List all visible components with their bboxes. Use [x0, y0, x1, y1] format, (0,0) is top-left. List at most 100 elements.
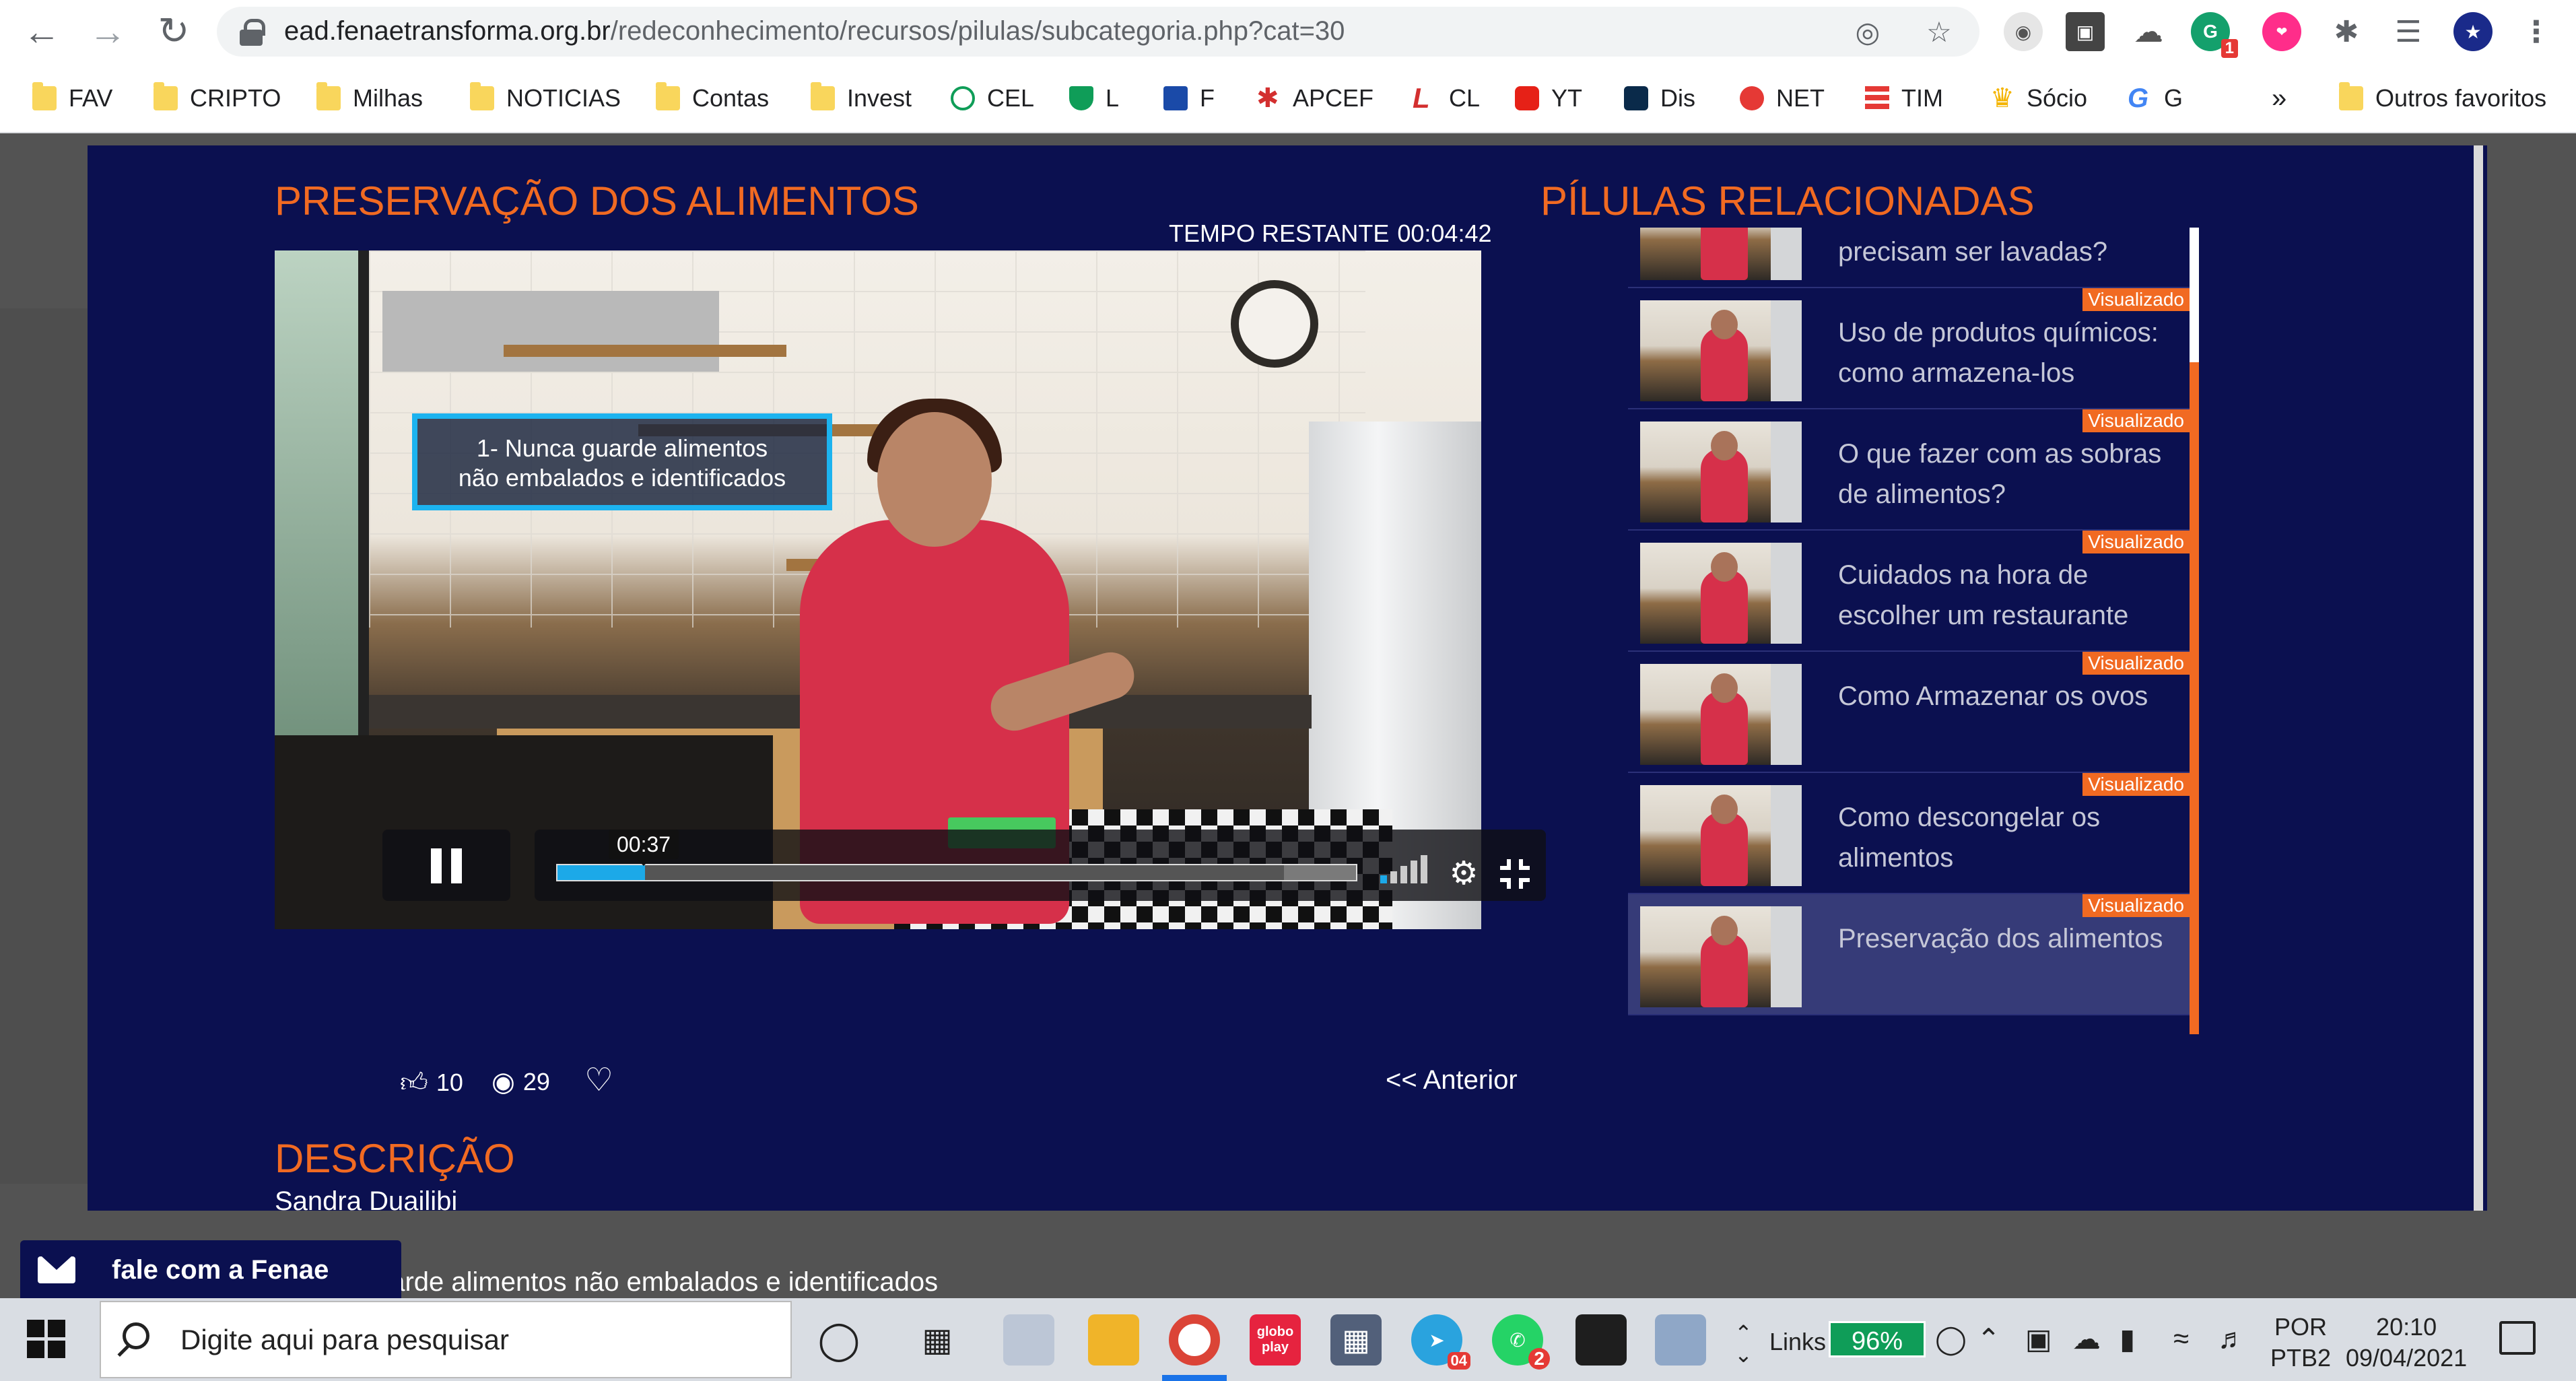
whatsapp-icon[interactable]: ✆ 2 — [1492, 1314, 1550, 1370]
cortana-icon[interactable]: ◯ — [813, 1314, 865, 1366]
kebab-menu-icon[interactable]: ⋮ — [2517, 12, 2556, 51]
mouse-icon[interactable]: ◯ — [1935, 1322, 1967, 1355]
more-bookmarks-button[interactable]: » — [2272, 81, 2286, 116]
profile-avatar[interactable]: ★ — [2453, 12, 2493, 51]
thumbnail — [1640, 906, 1802, 1007]
bookmark-label: YT — [1551, 84, 1583, 112]
thumbnail — [1640, 228, 1802, 280]
list-item-label: Uso de produtos químicos: como armazena-… — [1838, 318, 2159, 388]
bookmark-other[interactable]: Outros favoritos — [2339, 81, 2546, 116]
bookmark-fav[interactable]: FAV — [32, 81, 112, 116]
address-bar[interactable]: ead.fenaetransforma.org.br/redeconhecime… — [217, 7, 1979, 57]
list-item[interactable]: Uso de produtos químicos: como armazena-… — [1628, 288, 2190, 409]
url-text[interactable]: ead.fenaetransforma.org.br/redeconhecime… — [284, 16, 1345, 46]
task-view-icon[interactable]: ▦ — [912, 1314, 963, 1366]
cloud-extension-icon[interactable]: ☁ — [2129, 12, 2168, 51]
bookmark-socio[interactable]: ♛ Sócio — [1990, 81, 2087, 116]
reload-icon[interactable]: ↻ — [152, 9, 195, 53]
globoplay-icon[interactable]: globo play — [1250, 1314, 1301, 1366]
star-icon[interactable]: ☆ — [1924, 18, 1954, 47]
bookmark-dis[interactable]: Dis — [1624, 81, 1695, 116]
bookmark-cel[interactable]: CEL — [951, 81, 1034, 116]
forward-arrow-icon[interactable]: → — [86, 9, 129, 53]
volume-icon[interactable] — [1380, 854, 1429, 883]
bookmark-label: CEL — [987, 84, 1035, 112]
extension-icon[interactable]: ◉ — [2004, 12, 2043, 51]
windows-start-icon[interactable] — [27, 1320, 66, 1359]
video-frame-shelf — [504, 345, 786, 357]
bookmark-l[interactable]: L — [1069, 81, 1119, 116]
bookmark-tim[interactable]: TIM — [1865, 81, 1943, 116]
battery-indicator[interactable]: 96% — [1829, 1321, 1926, 1357]
app-icon[interactable] — [1003, 1314, 1054, 1366]
video-frame-window — [275, 250, 369, 762]
bookmark-contas[interactable]: Contas — [656, 81, 769, 116]
video-player[interactable] — [275, 250, 1481, 929]
list-item[interactable]: Como Armazenar os ovos Visualizado — [1628, 652, 2190, 773]
list-item[interactable]: Folhas para salada precisam ser lavadas? — [1628, 228, 2190, 288]
deezer-icon[interactable] — [1575, 1314, 1627, 1366]
pause-button[interactable] — [382, 830, 510, 901]
photo-extension-icon[interactable]: ▣ — [2066, 12, 2105, 51]
taskbar-search-input[interactable]: Digite aqui para pesquisar — [100, 1301, 792, 1378]
olivio-extension-icon[interactable]: ❤ — [2262, 12, 2301, 51]
viewed-badge: Visualizado — [2082, 409, 2190, 432]
bookmark-cl[interactable]: L CL — [1413, 81, 1480, 116]
chat-button[interactable]: fale com a Fenae — [20, 1240, 401, 1298]
extension-badge: 1 — [2221, 39, 2238, 58]
bookmark-label: Outros favoritos — [2375, 84, 2547, 112]
network-app-icon[interactable] — [1655, 1314, 1706, 1366]
onedrive-icon[interactable]: ☁ — [2072, 1322, 2101, 1355]
system-clock[interactable]: 20:10 09/04/2021 — [2346, 1312, 2467, 1374]
bookmark-yt[interactable]: YT — [1515, 81, 1582, 116]
heart-icon[interactable]: ♡ — [584, 1061, 613, 1099]
wifi-icon[interactable]: ≈ — [2173, 1322, 2189, 1355]
bookmark-cripto[interactable]: CRIPTO — [154, 81, 281, 116]
bookmark-net[interactable]: NET — [1740, 81, 1825, 116]
bookmark-g[interactable]: GG — [2128, 81, 2183, 116]
telegram-icon[interactable]: ➤ 04 — [1411, 1314, 1470, 1370]
file-explorer-icon[interactable] — [1088, 1314, 1139, 1366]
eye-icon: ◉ — [492, 1067, 515, 1097]
telegram-badge: 04 — [1447, 1352, 1470, 1370]
power-icon[interactable]: ▮ — [2120, 1322, 2135, 1355]
bookmark-label: Invest — [847, 84, 912, 112]
bookmark-milhas[interactable]: Milhas — [316, 81, 423, 116]
chrome-icon[interactable] — [1169, 1314, 1220, 1366]
bookmark-f[interactable]: F — [1163, 81, 1215, 116]
meet-icon[interactable]: ▣ — [2025, 1322, 2052, 1355]
grammar-extension-icon[interactable]: G1 — [2191, 12, 2238, 58]
apcef-icon: ✱ — [1256, 83, 1279, 113]
page-scrollbar[interactable] — [2474, 145, 2483, 1211]
puzzle-icon[interactable]: ✱ — [2327, 12, 2366, 51]
gear-icon[interactable]: ⚙ — [1448, 858, 1480, 890]
list-item[interactable]: Como descongelar os alimentos Visualizad… — [1628, 773, 2190, 894]
playlist-icon[interactable]: ☰ — [2389, 12, 2428, 51]
list-item[interactable]: O que fazer com as sobras de alimentos? … — [1628, 409, 2190, 531]
bookmark-label: NOTICIAS — [506, 84, 621, 112]
notification-icon[interactable] — [2499, 1321, 2536, 1355]
bookmark-apcef[interactable]: ✱ APCEF — [1256, 81, 1374, 116]
like-button[interactable]: 👍︎ 10 — [400, 1067, 463, 1099]
bookmark-label: TIM — [1901, 84, 1943, 112]
related-title: PÍLULAS RELACIONADAS — [1540, 178, 2035, 224]
eye-slash-icon[interactable]: ◎ — [1853, 18, 1883, 47]
list-item[interactable]: Cuidados na hora de escolher um restaura… — [1628, 531, 2190, 652]
remaining-label: TEMPO RESTANTE — [1169, 220, 1390, 247]
show-hidden-icons[interactable]: ⌃ — [1977, 1322, 2000, 1355]
language-indicator[interactable]: POR PTB2 — [2270, 1312, 2331, 1374]
progress-bar[interactable] — [556, 864, 1357, 881]
previous-link[interactable]: << Anterior — [1386, 1065, 1518, 1096]
fullscreen-icon[interactable] — [1500, 859, 1530, 889]
bookmark-invest[interactable]: Invest — [811, 81, 912, 116]
list-item-active[interactable]: Preservação dos alimentos Visualizado — [1628, 894, 2190, 1015]
video-frame-head — [877, 412, 992, 547]
calculator-icon[interactable]: ▦ — [1330, 1314, 1382, 1366]
bookmark-noticias[interactable]: NOTICIAS — [470, 81, 621, 116]
video-caption: 1- Nunca guarde alimentos não embalados … — [412, 413, 832, 510]
background-content — [0, 308, 88, 1184]
volume-speaker-icon[interactable]: ♬ — [2218, 1322, 2246, 1355]
back-arrow-icon[interactable]: ← — [20, 9, 63, 53]
scroll-arrows-icon[interactable]: ⌃ ⌄ — [1734, 1322, 1753, 1366]
links-toolbar[interactable]: Links — [1769, 1328, 1826, 1356]
